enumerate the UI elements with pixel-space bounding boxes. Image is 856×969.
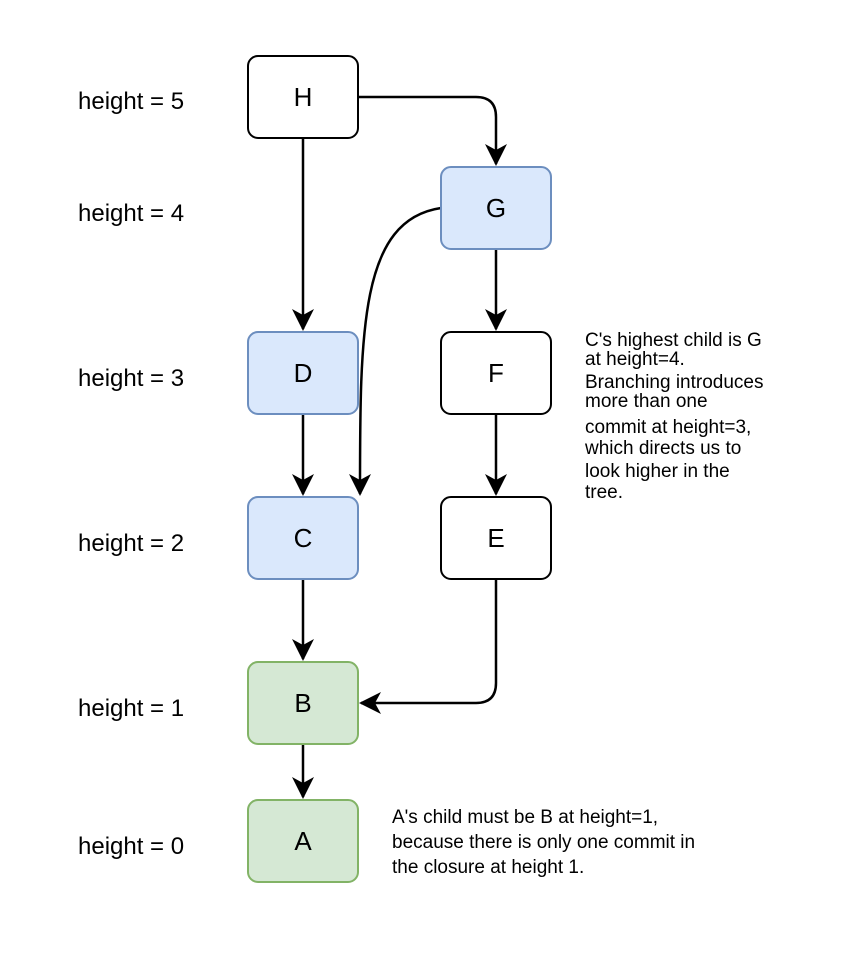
node-a-label: A xyxy=(294,826,312,856)
note-line: C's highest child is G xyxy=(585,330,762,351)
note-c-highest-child: C's highest child is G at height=4. Bran… xyxy=(584,330,764,503)
node-c[interactable]: C xyxy=(247,496,359,580)
note-line: A's child must be B at height=1, xyxy=(392,807,658,828)
node-f-label: F xyxy=(488,358,504,388)
node-g[interactable]: G xyxy=(440,166,552,250)
note-line: Branching introduces xyxy=(585,372,764,393)
commit-graph-diagram: height = 5 height = 4 height = 3 height … xyxy=(78,55,764,883)
node-d[interactable]: D xyxy=(247,331,359,415)
nodes: H G D F C E B A xyxy=(247,55,552,883)
node-d-label: D xyxy=(294,358,313,388)
note-line: look higher in the xyxy=(585,461,730,482)
height-label-2: height = 2 xyxy=(78,530,184,557)
note-line: which directs us to xyxy=(584,438,741,459)
node-e[interactable]: E xyxy=(440,496,552,580)
edge-g-c xyxy=(349,206,442,496)
height-label-1: height = 1 xyxy=(78,695,184,722)
note-line: at height=4. xyxy=(585,349,685,370)
note-line: more than one xyxy=(585,391,708,412)
height-label-5: height = 5 xyxy=(78,88,184,115)
note-line: the closure at height 1. xyxy=(392,857,584,878)
note-line: because there is only one commit in xyxy=(392,832,695,853)
node-a[interactable]: A xyxy=(247,799,359,883)
height-label-0: height = 0 xyxy=(78,833,184,860)
node-f[interactable]: F xyxy=(440,331,552,415)
node-h[interactable]: H xyxy=(247,55,359,139)
note-line: tree. xyxy=(585,482,623,503)
node-g-label: G xyxy=(486,193,506,223)
node-c-label: C xyxy=(294,523,313,553)
node-e-label: E xyxy=(487,523,504,553)
height-label-4: height = 4 xyxy=(78,200,184,227)
height-label-3: height = 3 xyxy=(78,365,184,392)
note-a-child: A's child must be B at height=1, because… xyxy=(392,807,695,878)
node-b-label: B xyxy=(294,688,311,718)
height-labels: height = 5 height = 4 height = 3 height … xyxy=(78,88,184,860)
node-h-label: H xyxy=(294,82,313,112)
node-b[interactable]: B xyxy=(247,661,359,745)
note-line: commit at height=3, xyxy=(585,417,751,438)
edge-e-b xyxy=(359,579,498,714)
edge-h-g xyxy=(358,95,507,166)
